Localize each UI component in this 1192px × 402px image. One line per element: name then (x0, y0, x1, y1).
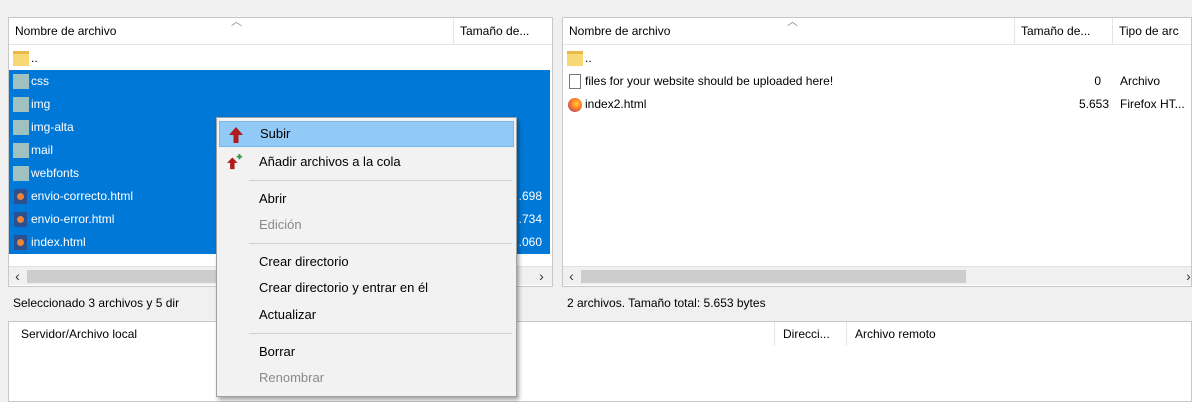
file-size: 5.653 (1078, 97, 1109, 111)
remote-col-type[interactable]: Tipo de arc (1113, 18, 1191, 45)
menu-item-upload[interactable]: Subir (219, 121, 514, 147)
sort-ascending-icon: ︿ (787, 17, 798, 28)
folder-icon (13, 97, 29, 112)
file-size: .060 (518, 235, 542, 249)
blank-file-icon (569, 74, 581, 89)
folder-up-icon (13, 51, 29, 66)
file-size: .734 (518, 212, 542, 226)
menu-item-refresh[interactable]: Actualizar (219, 302, 514, 328)
menu-item-add-to-queue[interactable]: Añadir archivos a la cola (219, 149, 514, 175)
sort-ascending-icon: ︿ (231, 17, 242, 28)
folder-up-icon (567, 51, 583, 66)
menu-separator (249, 180, 512, 181)
menu-item-delete[interactable]: Borrar (219, 339, 514, 365)
scroll-right-icon[interactable]: › (533, 267, 550, 286)
list-item[interactable]: index2.html 5.653 Firefox HT... (563, 93, 1191, 116)
context-menu[interactable]: Subir Añadir archivos a la cola Abrir Ed… (216, 117, 517, 397)
menu-item-rename: Renombrar (259, 370, 325, 385)
list-item[interactable]: .. (563, 47, 1191, 70)
local-column-header: Nombre de archivo ︿ Tamaño de... (9, 18, 552, 45)
folder-icon (13, 120, 29, 135)
folder-icon (13, 166, 29, 181)
file-type: Firefox HT... (1120, 97, 1185, 111)
list-item[interactable]: .. (9, 47, 552, 70)
scrollbar-thumb[interactable] (581, 270, 966, 283)
list-item[interactable]: img (9, 93, 550, 116)
menu-item-open[interactable]: Abrir (219, 186, 514, 212)
file-type: Archivo (1120, 74, 1161, 88)
remote-column-header: Nombre de archivo ︿ Tamaño de... Tipo de… (563, 18, 1191, 45)
menu-item-create-directory[interactable]: Crear directorio (219, 249, 514, 275)
menu-item-edit: Edición (259, 217, 302, 232)
menu-separator (249, 333, 512, 334)
scroll-right-icon[interactable]: › (1180, 267, 1191, 286)
file-size: .698 (518, 189, 542, 203)
scroll-left-icon[interactable]: ‹ (9, 267, 26, 286)
folder-icon (13, 143, 29, 158)
queue-col-remote[interactable]: Archivo remoto (847, 322, 1192, 346)
remote-horizontal-scrollbar[interactable]: ‹ › (563, 266, 1191, 285)
remote-file-list[interactable]: Nombre de archivo ︿ Tamaño de... Tipo de… (562, 17, 1192, 287)
upload-arrow-icon (229, 127, 243, 143)
transfer-queue[interactable]: Servidor/Archivo local Direcci... Archiv… (8, 321, 1192, 402)
html-file-icon (14, 189, 27, 204)
remote-status-bar: 2 archivos. Tamaño total: 5.653 bytes (562, 290, 1192, 316)
queue-col-direction[interactable]: Direcci... (775, 322, 847, 346)
local-col-size[interactable]: Tamaño de... (454, 18, 552, 45)
firefox-file-icon (568, 98, 582, 112)
menu-item-create-and-enter-directory[interactable]: Crear directorio y entrar en él (219, 275, 514, 301)
list-item[interactable]: css (9, 70, 550, 93)
html-file-icon (14, 212, 27, 227)
scroll-left-icon[interactable]: ‹ (563, 267, 580, 286)
file-size: 0 (1094, 74, 1101, 88)
add-to-queue-icon (227, 154, 243, 170)
folder-icon (13, 74, 29, 89)
menu-separator (249, 243, 512, 244)
list-item[interactable]: files for your website should be uploade… (563, 70, 1191, 93)
html-file-icon (14, 235, 27, 250)
remote-col-size[interactable]: Tamaño de... (1015, 18, 1113, 45)
